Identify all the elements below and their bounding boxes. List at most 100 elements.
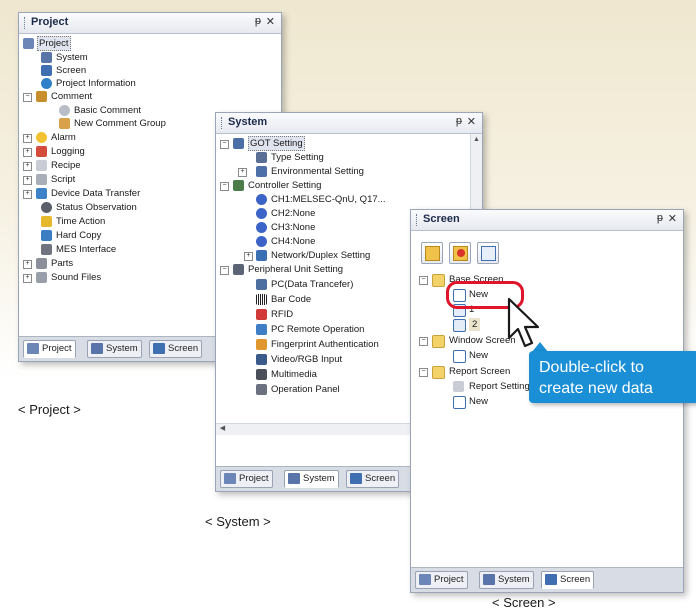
new-screen-button[interactable] bbox=[421, 242, 443, 264]
expand-icon[interactable]: + bbox=[244, 252, 253, 261]
callout-line-2: create new data bbox=[539, 380, 653, 397]
pc-icon bbox=[256, 279, 267, 290]
tab-project[interactable]: Project bbox=[415, 571, 468, 589]
barcode-icon bbox=[256, 294, 267, 305]
grip-icon bbox=[416, 214, 419, 226]
tree-item-base-2[interactable]: 2 bbox=[453, 318, 513, 332]
tree-item-sound-files[interactable]: + Sound Files bbox=[23, 271, 223, 284]
properties-button[interactable] bbox=[477, 242, 499, 264]
tree-item-controller-setting[interactable]: − Controller Setting bbox=[220, 179, 460, 192]
screen-panel-title: Screen bbox=[423, 213, 460, 225]
new-comment-group-icon bbox=[59, 118, 70, 129]
tab-system[interactable]: System bbox=[284, 470, 339, 488]
environmental-setting-icon bbox=[256, 166, 267, 177]
expand-icon[interactable]: + bbox=[23, 176, 32, 185]
channel-icon bbox=[256, 208, 267, 219]
collapse-icon[interactable]: − bbox=[419, 276, 428, 285]
tree-item-logging[interactable]: + Logging bbox=[23, 145, 223, 158]
folder-icon bbox=[432, 274, 445, 287]
tree-item-project-information[interactable]: Project Information bbox=[41, 77, 241, 90]
tree-item-system[interactable]: System bbox=[41, 51, 241, 64]
screen-panel-titlebar[interactable]: Screen ᵽ ✕ bbox=[411, 210, 683, 231]
screen-panel-tabs: Project System Screen bbox=[411, 567, 683, 592]
status-observation-icon bbox=[41, 202, 52, 213]
channel-icon bbox=[256, 222, 267, 233]
basic-comment-icon bbox=[59, 105, 70, 116]
project-caption: < Project > bbox=[18, 402, 81, 417]
scroll-up-icon[interactable]: ▲ bbox=[472, 136, 481, 146]
expand-icon[interactable]: + bbox=[23, 134, 32, 143]
tree-item-environmental-setting[interactable]: + Environmental Setting bbox=[238, 165, 458, 178]
tab-system[interactable]: System bbox=[87, 340, 142, 358]
tree-item-type-setting[interactable]: Type Setting bbox=[256, 151, 476, 164]
tree-item-script[interactable]: + Script bbox=[23, 173, 223, 186]
project-panel-titlebar[interactable]: Project ᵽ ✕ bbox=[19, 13, 281, 34]
tree-item-ch1[interactable]: CH1:MELSEC-QnU, Q17... bbox=[256, 193, 476, 206]
tree-item-report-new[interactable]: New bbox=[453, 395, 513, 409]
collapse-icon[interactable]: − bbox=[220, 266, 229, 275]
operation-panel-icon bbox=[256, 384, 267, 395]
tree-item-comment[interactable]: − Comment bbox=[23, 90, 223, 103]
tree-item-got-setting[interactable]: − GOT Setting bbox=[220, 136, 460, 151]
device-data-transfer-icon bbox=[36, 188, 47, 199]
pin-icon[interactable]: ᵽ bbox=[456, 115, 462, 127]
collapse-icon[interactable]: − bbox=[23, 93, 32, 102]
project-icon bbox=[27, 343, 39, 354]
collapse-icon[interactable]: − bbox=[419, 368, 428, 377]
tab-screen[interactable]: Screen bbox=[149, 340, 203, 358]
scroll-left-icon[interactable]: ◀ bbox=[218, 424, 227, 434]
rfid-icon bbox=[256, 309, 267, 320]
project-icon bbox=[224, 473, 236, 484]
expand-icon[interactable]: + bbox=[23, 274, 32, 283]
got-setting-icon bbox=[233, 138, 244, 149]
pin-icon[interactable]: ᵽ bbox=[657, 212, 663, 224]
tree-item-project[interactable]: Project bbox=[23, 36, 223, 51]
expand-icon[interactable]: + bbox=[23, 190, 32, 199]
fingerprint-icon bbox=[256, 339, 267, 350]
collapse-icon[interactable]: − bbox=[220, 182, 229, 191]
folder-icon bbox=[432, 366, 445, 379]
system-panel-title: System bbox=[228, 116, 268, 128]
tab-project[interactable]: Project bbox=[23, 340, 76, 358]
close-icon[interactable]: ✕ bbox=[668, 212, 677, 225]
tree-item-mes-interface[interactable]: MES Interface bbox=[41, 243, 241, 256]
info-icon bbox=[41, 78, 52, 89]
tree-item-recipe[interactable]: + Recipe bbox=[23, 159, 223, 172]
pc-remote-icon bbox=[256, 324, 267, 335]
system-icon bbox=[91, 343, 103, 354]
expand-icon[interactable]: + bbox=[238, 168, 247, 177]
expand-icon[interactable]: + bbox=[23, 162, 32, 171]
screen-icon bbox=[153, 343, 165, 354]
project-panel-title: Project bbox=[31, 16, 69, 28]
system-panel-titlebar[interactable]: System ᵽ ✕ bbox=[216, 113, 482, 134]
tree-item-device-data-transfer[interactable]: + Device Data Transfer bbox=[23, 187, 223, 200]
new-screen-icon bbox=[425, 246, 440, 261]
close-icon[interactable]: ✕ bbox=[266, 15, 275, 28]
grip-icon bbox=[24, 17, 27, 29]
type-setting-icon bbox=[256, 152, 267, 163]
tab-project[interactable]: Project bbox=[220, 470, 273, 488]
expand-icon[interactable]: + bbox=[23, 260, 32, 269]
screen-icon bbox=[350, 473, 362, 484]
expand-icon[interactable]: + bbox=[23, 148, 32, 157]
collapse-icon[interactable]: − bbox=[220, 140, 229, 149]
close-icon[interactable]: ✕ bbox=[467, 115, 476, 128]
instruction-callout: Double-click to create new data bbox=[529, 351, 696, 403]
tree-item-time-action[interactable]: Time Action bbox=[41, 215, 241, 228]
tree-item-parts[interactable]: + Parts bbox=[23, 257, 223, 270]
tab-screen[interactable]: Screen bbox=[346, 470, 400, 488]
pin-icon[interactable]: ᵽ bbox=[255, 15, 261, 27]
grip-icon bbox=[221, 117, 224, 129]
tree-item-status-observation[interactable]: Status Observation bbox=[41, 201, 241, 214]
tree-item-hard-copy[interactable]: Hard Copy bbox=[41, 229, 241, 242]
tree-item-screen[interactable]: Screen bbox=[41, 64, 241, 77]
callout-line-1: Double-click to bbox=[539, 359, 644, 376]
tab-screen[interactable]: Screen bbox=[541, 571, 595, 589]
time-action-icon bbox=[41, 216, 52, 227]
system-caption: < System > bbox=[205, 514, 271, 529]
collapse-icon[interactable]: − bbox=[419, 337, 428, 346]
tab-system[interactable]: System bbox=[479, 571, 534, 589]
tree-item-window-new[interactable]: New bbox=[453, 349, 513, 363]
tree-item-alarm[interactable]: + Alarm bbox=[23, 131, 223, 144]
delete-screen-button[interactable] bbox=[449, 242, 471, 264]
